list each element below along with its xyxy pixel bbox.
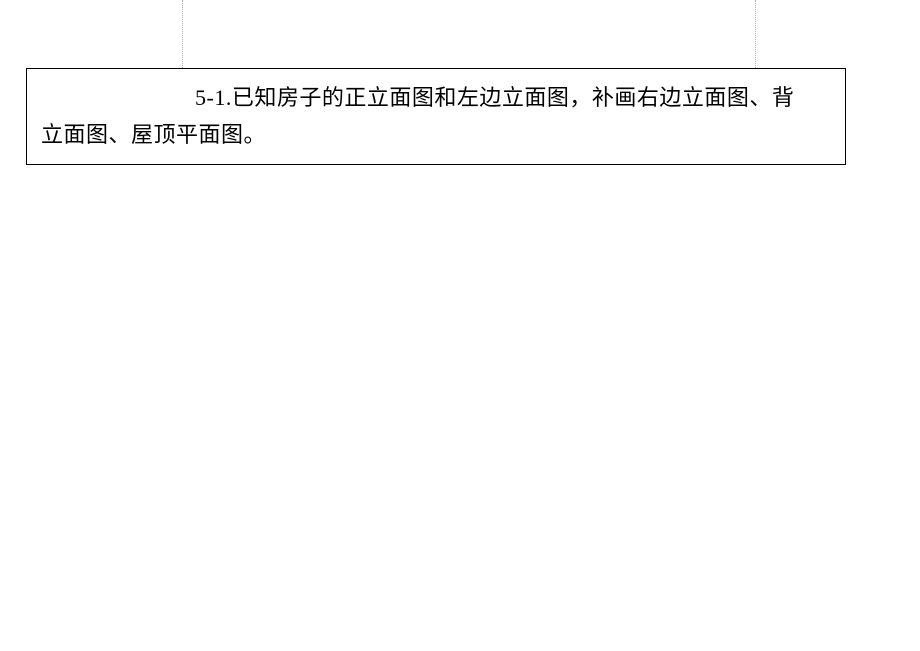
problem-number: 5-1. xyxy=(195,85,232,110)
problem-text-line-2: 立面图、屋顶平面图。 xyxy=(41,116,831,153)
problem-statement-box: 5-1.已知房子的正立面图和左边立面图，补画右边立面图、背 立面图、屋顶平面图。 xyxy=(26,68,846,165)
page: 5-1.已知房子的正立面图和左边立面图，补画右边立面图、背 立面图、屋顶平面图。 xyxy=(0,0,920,651)
problem-text-part-1: 已知房子的正立面图和左边立面图，补画右边立面图、背 xyxy=(232,85,795,110)
problem-text-line-1: 5-1.已知房子的正立面图和左边立面图，补画右边立面图、背 xyxy=(41,79,831,116)
